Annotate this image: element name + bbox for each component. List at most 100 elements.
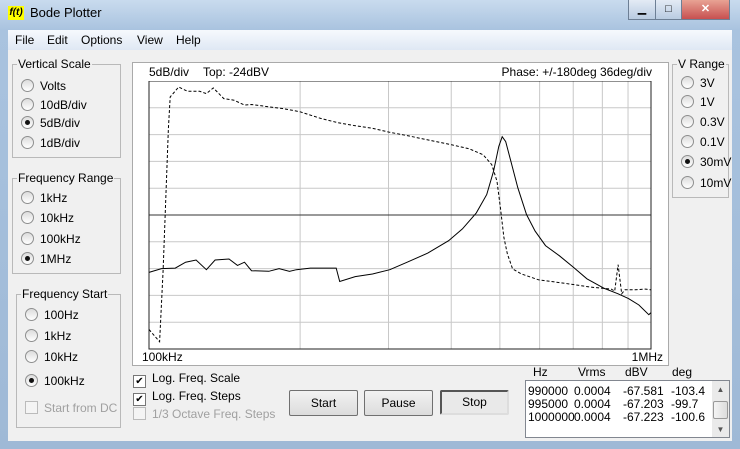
radio-label: 100kHz bbox=[44, 374, 85, 388]
radio-label: 30mV bbox=[700, 155, 732, 169]
radio-100khz[interactable]: 100kHz bbox=[21, 232, 81, 246]
radio-0-3v[interactable]: 0.3V bbox=[681, 115, 725, 129]
radio-label: Volts bbox=[40, 79, 67, 93]
radio-10khz[interactable]: 10kHz bbox=[25, 350, 78, 364]
phase-series-line bbox=[148, 86, 652, 343]
checkbox-log-freq-steps[interactable]: ✔ Log. Freq. Steps bbox=[133, 389, 241, 406]
menu-bar: File Edit Options View Help bbox=[8, 30, 732, 50]
results-list[interactable]: 990000 0.0004 -67.581 -103.4 995000 0.0004 -67… bbox=[525, 380, 730, 438]
radio-button[interactable] bbox=[681, 155, 694, 168]
radio-1mhz[interactable]: 1MHz bbox=[21, 252, 71, 266]
bode-plotter-window: f(t) Bode Plotter ▁ □ ✕ File Edit Option… bbox=[0, 0, 740, 449]
scrollbar[interactable]: ▲ ▼ bbox=[712, 381, 729, 437]
checkbox-label: Log. Freq. Steps bbox=[152, 389, 241, 403]
checkbox-box[interactable]: ✔ bbox=[133, 375, 146, 388]
radio-label: 1dB/div bbox=[40, 136, 81, 150]
col-header-dbv: dBV bbox=[625, 365, 648, 379]
radio-3v[interactable]: 3V bbox=[681, 76, 715, 90]
radio-button[interactable] bbox=[21, 98, 34, 111]
radio-label: 10dB/div bbox=[40, 98, 87, 112]
table-cell: -103.4 bbox=[671, 384, 706, 398]
radio-button[interactable] bbox=[21, 211, 34, 224]
top-label: Top: -24dBV bbox=[203, 65, 270, 79]
table-cell: 990000 bbox=[528, 384, 569, 398]
scroll-up-icon[interactable]: ▲ bbox=[712, 385, 729, 394]
menu-file[interactable]: File bbox=[15, 33, 34, 47]
table-cell: -67.203 bbox=[623, 397, 664, 411]
radio-10mv[interactable]: 10mV bbox=[681, 176, 731, 190]
radio-100hz[interactable]: 100Hz bbox=[25, 308, 79, 322]
radio-button[interactable] bbox=[25, 329, 38, 342]
radio-button[interactable] bbox=[21, 116, 34, 129]
x-start-label: 100kHz bbox=[142, 350, 183, 364]
pause-button[interactable]: Pause bbox=[364, 390, 433, 416]
radio-1khz[interactable]: 1kHz bbox=[21, 191, 67, 205]
radio-button[interactable] bbox=[21, 252, 34, 265]
checkbox-label: Log. Freq. Scale bbox=[152, 371, 241, 385]
radio-button[interactable] bbox=[681, 176, 694, 189]
checkbox-box[interactable]: ✔ bbox=[133, 393, 146, 406]
radio-button[interactable] bbox=[25, 350, 38, 363]
table-cell: -99.7 bbox=[671, 397, 699, 411]
radio-button[interactable] bbox=[25, 374, 38, 387]
bode-plot bbox=[148, 81, 652, 350]
table-cell: -67.581 bbox=[623, 384, 664, 398]
frequency-start-group: Frequency Start 100Hz 1kHz 10kHz 100kHz Sta… bbox=[16, 287, 121, 428]
table-cell: -67.223 bbox=[623, 410, 664, 424]
radio-10khz[interactable]: 10kHz bbox=[21, 211, 74, 225]
app-logo: f(t) bbox=[8, 6, 24, 20]
menu-help[interactable]: Help bbox=[176, 33, 201, 47]
radio-label: 0.1V bbox=[700, 135, 725, 149]
scroll-down-icon[interactable]: ▼ bbox=[712, 425, 729, 434]
scroll-thumb[interactable] bbox=[713, 401, 728, 419]
checkbox-box[interactable] bbox=[133, 407, 146, 420]
table-cell: 995000 bbox=[528, 397, 569, 411]
group-label: Frequency Range bbox=[17, 171, 115, 185]
minimize-button[interactable]: ▁ bbox=[628, 0, 656, 20]
radio-label: 100Hz bbox=[44, 308, 79, 322]
start-from-dc-checkbox[interactable]: Start from DC bbox=[25, 401, 117, 415]
radio-30mv[interactable]: 30mV bbox=[681, 155, 731, 169]
radio-label: 100kHz bbox=[40, 232, 81, 246]
radio-label: 10kHz bbox=[44, 350, 79, 364]
radio-button[interactable] bbox=[681, 95, 694, 108]
radio-label: 0.3V bbox=[700, 115, 725, 129]
menu-view[interactable]: View bbox=[137, 33, 163, 47]
radio-5db-div[interactable]: 5dB/div bbox=[21, 116, 80, 130]
radio-button[interactable] bbox=[21, 191, 34, 204]
radio-100khz[interactable]: 100kHz bbox=[25, 374, 85, 388]
checkbox-box[interactable] bbox=[25, 401, 38, 414]
stop-button[interactable]: Stop bbox=[440, 390, 509, 415]
radio-button[interactable] bbox=[25, 308, 38, 321]
table-cell: 1000000 bbox=[528, 410, 575, 424]
radio-0-1v[interactable]: 0.1V bbox=[681, 135, 725, 149]
scale-label: 5dB/div bbox=[149, 65, 190, 79]
radio-button[interactable] bbox=[681, 76, 694, 89]
phase-label: Phase: +/-180deg 36deg/div bbox=[501, 65, 652, 79]
radio-1db-div[interactable]: 1dB/div bbox=[21, 136, 80, 150]
menu-edit[interactable]: Edit bbox=[47, 33, 68, 47]
start-button[interactable]: Start bbox=[289, 390, 358, 416]
radio-label: 5dB/div bbox=[40, 116, 81, 130]
table-cell: 0.0004 bbox=[574, 410, 611, 424]
radio-1khz[interactable]: 1kHz bbox=[25, 329, 71, 343]
radio-volts[interactable]: Volts bbox=[21, 79, 66, 93]
radio-label: 3V bbox=[700, 76, 715, 90]
checkbox-1-3-octave-freq-steps[interactable]: 1/3 Octave Freq. Steps bbox=[133, 407, 275, 421]
table-cell: 0.0004 bbox=[574, 397, 611, 411]
radio-10db-div[interactable]: 10dB/div bbox=[21, 98, 87, 112]
radio-button[interactable] bbox=[21, 136, 34, 149]
maximize-button[interactable]: □ bbox=[655, 0, 682, 20]
frequency-range-group: Frequency Range 1kHz 10kHz 100kHz 1MHz bbox=[12, 171, 121, 274]
radio-label: 1MHz bbox=[40, 252, 72, 266]
radio-button[interactable] bbox=[681, 115, 694, 128]
close-button[interactable]: ✕ bbox=[681, 0, 730, 20]
radio-button[interactable] bbox=[681, 135, 694, 148]
radio-button[interactable] bbox=[21, 79, 34, 92]
menu-options[interactable]: Options bbox=[81, 33, 122, 47]
checkbox-label: 1/3 Octave Freq. Steps bbox=[152, 407, 276, 421]
checkbox-log-freq-scale[interactable]: ✔ Log. Freq. Scale bbox=[133, 371, 240, 388]
radio-1v[interactable]: 1V bbox=[681, 95, 715, 109]
radio-button[interactable] bbox=[21, 232, 34, 245]
v-range-group: V Range 3V 1V 0.3V 0.1V 30mV 10mV bbox=[672, 57, 731, 198]
